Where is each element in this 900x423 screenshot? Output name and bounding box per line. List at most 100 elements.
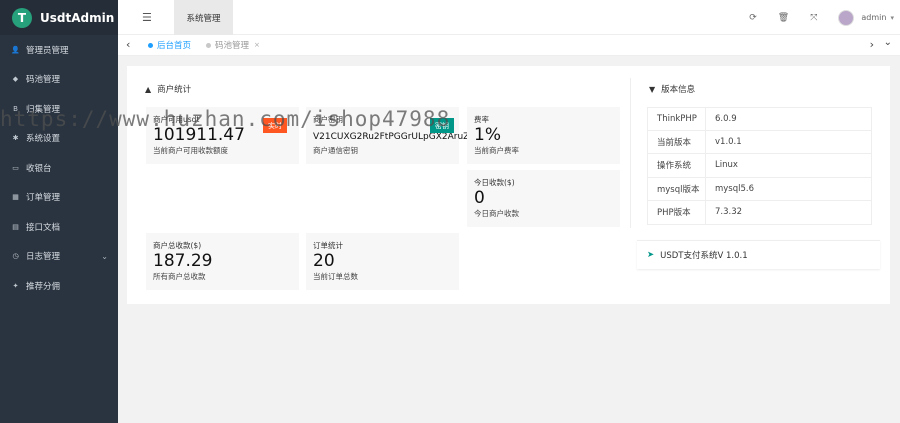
stat-card-today-income: 今日收款($) 0 今日商户收款 [467, 170, 620, 227]
sidebar-item-label: 推荐分佣 [26, 281, 61, 292]
sidebar-item-label: 日志管理 [26, 252, 61, 263]
user-icon: 👤 [11, 45, 20, 54]
stat-label: 订单统计 [313, 241, 343, 250]
stat-card-rate: 费率 1% 当前商户费率 [467, 107, 620, 164]
header-actions: ⟳ 🗑 ⤧ admin ▾ [749, 0, 900, 35]
gem-icon: ✦ [12, 281, 19, 290]
chevron-down-icon[interactable]: ⌄ [101, 252, 108, 261]
sidebar: T UsdtAdmin 👤 管理员管理 ◆ 码池管理 B 归集管理 ✱ 系统设置 ▭ 收银台 ▦ 订单… [0, 0, 118, 423]
top-header: ☰ 系统管理 ⟳ 🗑 ⤧ admin ▾ [118, 0, 900, 35]
table-row: PHP版本 7.3.32 [648, 200, 871, 224]
inactive-dot-icon [206, 42, 211, 48]
merchant-stats-title: ▲ 商户统计 [145, 83, 192, 96]
version-info-label: 版本信息 [661, 85, 696, 95]
stat-desc: 当前商户可用收款额度 [153, 146, 228, 155]
version-table: ThinkPHP 6.0.9 当前版本 v1.0.1 操作系统 Linux my… [647, 107, 872, 225]
stat-value: 187.29 [153, 251, 213, 271]
monitor-icon: ▭ [12, 163, 19, 172]
trash-icon[interactable]: 🗑 [778, 13, 789, 23]
stat-desc: 所有商户总收款 [153, 272, 206, 281]
sidebar-item-6[interactable]: ▤ 接口文档 [0, 212, 118, 242]
tab-system-management[interactable]: 系统管理 [174, 0, 233, 35]
warning-icon: ▲ [145, 84, 152, 94]
chevron-down-icon[interactable]: ▾ [890, 14, 894, 22]
table-value: Linux [715, 160, 738, 171]
stat-card-available-usdt: 商户可用usdt 101911.47 当前商户可用收款额度 实时 [146, 107, 299, 164]
sidebar-item-8[interactable]: ✦ 推荐分佣 [0, 271, 118, 301]
table-value: 6.0.9 [715, 114, 737, 125]
tab-code-pool[interactable]: 码池管理 × [206, 39, 260, 51]
tether-logo-icon: T [12, 7, 32, 28]
stat-value: 20 [313, 251, 335, 271]
fullscreen-icon[interactable]: ⤧ [810, 13, 817, 23]
table-row: ThinkPHP 6.0.9 [648, 108, 871, 132]
tab-code-pool-label: 码池管理 [215, 41, 250, 51]
table-value: mysql5.6 [715, 183, 755, 194]
table-row: 当前版本 v1.0.1 [648, 131, 871, 155]
sidebar-item-label: 归集管理 [26, 104, 61, 115]
stat-value: 1% [474, 125, 501, 145]
dashboard-panel: ▲ 商户统计 商户可用usdt 101911.47 当前商户可用收款额度 实时 … [127, 66, 890, 304]
active-dot-icon [148, 42, 153, 48]
stat-desc: 当前订单总数 [313, 272, 358, 281]
table-key: ThinkPHP [648, 108, 706, 131]
tabs-dropdown-icon[interactable]: ⌄ [884, 37, 892, 48]
user-name[interactable]: admin [861, 13, 886, 22]
sidebar-item-label: 系统设置 [26, 134, 61, 145]
table-row: 操作系统 Linux [648, 154, 871, 178]
close-icon[interactable]: × [254, 41, 260, 49]
gear-icon: ✱ [12, 134, 19, 143]
table-key: PHP版本 [648, 200, 706, 224]
tabs-right-arrow-icon[interactable]: › [870, 38, 874, 51]
clock-icon: ◷ [12, 252, 19, 261]
tabs-left-arrow-icon[interactable]: ‹ [126, 38, 130, 51]
status-badge: 密钥 [430, 118, 454, 133]
stat-label: 费率 [474, 115, 489, 124]
refresh-icon[interactable]: ⟳ [749, 13, 757, 23]
sidebar-item-7[interactable]: ◷ 日志管理 ⌄ [0, 242, 118, 272]
table-key: 当前版本 [648, 131, 706, 154]
page-tabs-bar: ‹ 后台首页 码池管理 × › ⌄ [118, 35, 900, 56]
version-info-title: ▼ 版本信息 [649, 83, 696, 96]
sidebar-item-4[interactable]: ▭ 收银台 [0, 153, 118, 183]
stat-card-merchant-key: 商户密钥 V21CUXG2Ru2FtPGGrULpGX2AruZZGg 商户通信… [306, 107, 488, 164]
sidebar-item-0[interactable]: 👤 管理员管理 [0, 35, 118, 65]
stat-desc: 今日商户收款 [474, 209, 519, 218]
sidebar-nav: 👤 管理员管理 ◆ 码池管理 B 归集管理 ✱ 系统设置 ▭ 收银台 ▦ 订单管理 ▤ 接口文档 ◷ 日志管理… [0, 35, 118, 301]
sidebar-item-label: 订单管理 [26, 193, 61, 204]
sidebar-item-1[interactable]: ◆ 码池管理 [0, 65, 118, 95]
bitcoin-icon: B [13, 104, 18, 113]
sidebar-item-3[interactable]: ✱ 系统设置 [0, 124, 118, 154]
logo[interactable]: T UsdtAdmin [0, 0, 118, 35]
sidebar-item-label: 码池管理 [26, 75, 61, 86]
stat-label: 商户可用usdt [153, 115, 200, 124]
stat-label: 商户密钥 [313, 115, 343, 124]
table-row: mysql版本 mysql5.6 [648, 177, 871, 201]
pin-icon: ▼ [649, 84, 656, 94]
sidebar-item-label: 收银台 [26, 163, 52, 174]
app-title: UsdtAdmin [40, 10, 115, 25]
sidebar-item-2[interactable]: B 归集管理 [0, 94, 118, 124]
menu-toggle-icon[interactable]: ☰ [142, 11, 152, 24]
status-badge: 实时 [263, 118, 287, 133]
stat-value: 101911.47 [153, 125, 245, 145]
sidebar-item-label: 管理员管理 [26, 45, 69, 56]
tab-home-label: 后台首页 [157, 41, 192, 51]
table-key: mysql版本 [648, 177, 706, 200]
merchant-stats-label: 商户统计 [157, 85, 192, 95]
sidebar-item-label: 接口文档 [26, 222, 61, 233]
sidebar-item-5[interactable]: ▦ 订单管理 [0, 183, 118, 213]
stat-desc: 当前商户费率 [474, 146, 519, 155]
avatar[interactable] [838, 9, 855, 26]
stat-desc: 商户通信密钥 [313, 146, 358, 155]
table-key: 操作系统 [648, 154, 706, 177]
stat-value: V21CUXG2Ru2FtPGGrULpGX2AruZZGg [313, 132, 489, 142]
tab-home[interactable]: 后台首页 [148, 39, 191, 51]
system-version-box: ➤ USDT支付系统V 1.0.1 [637, 240, 880, 269]
diamond-icon: ◆ [12, 75, 19, 84]
table-value: 7.3.32 [715, 207, 743, 218]
table-value: v1.0.1 [715, 137, 742, 148]
stat-card-order-count: 订单统计 20 当前订单总数 [306, 233, 459, 290]
document-icon: ▤ [12, 222, 19, 231]
stat-value: 0 [474, 188, 485, 208]
